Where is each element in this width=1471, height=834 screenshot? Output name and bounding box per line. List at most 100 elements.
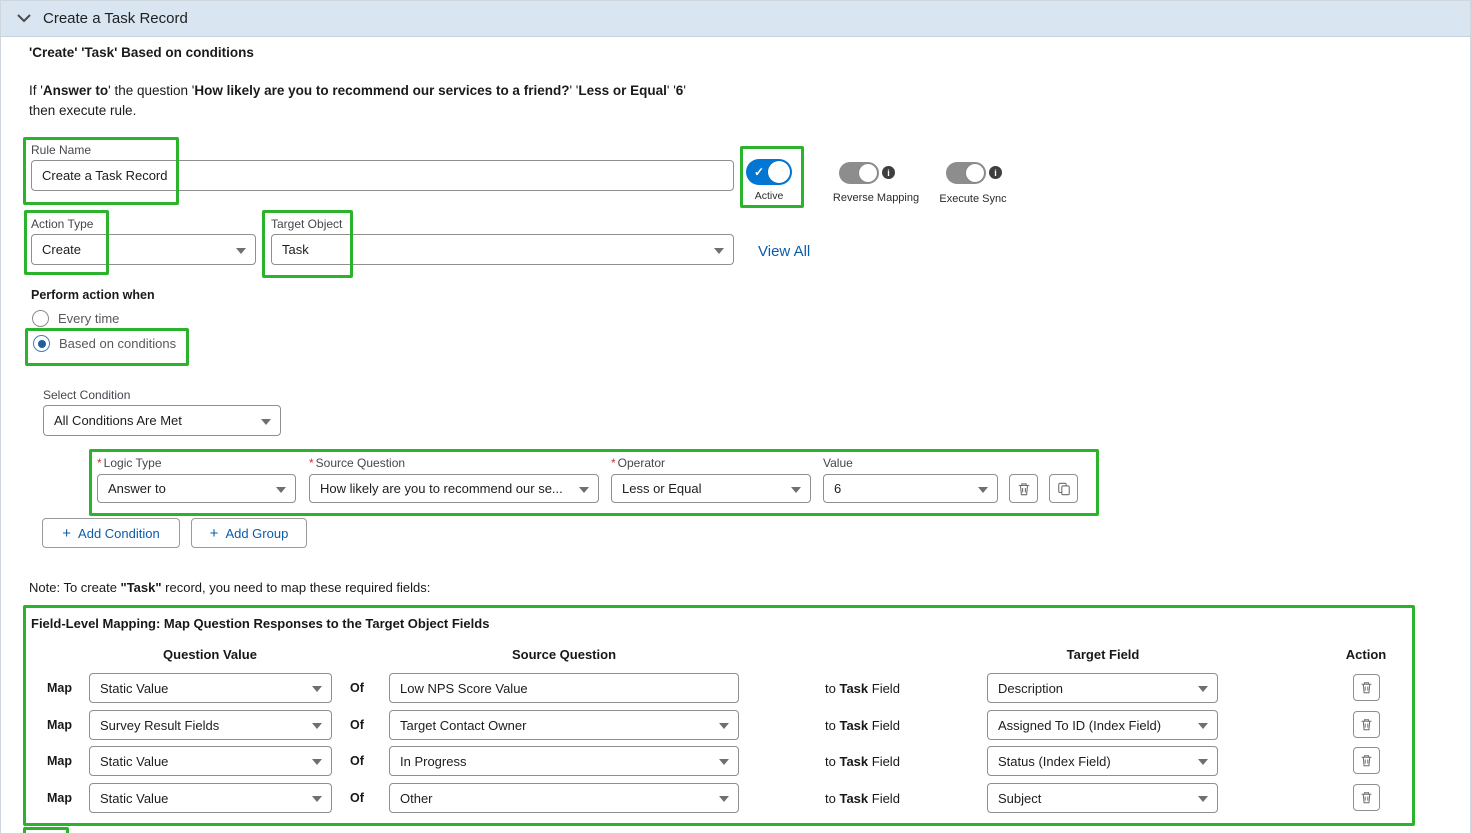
target-field-select[interactable]: Subject <box>987 783 1218 813</box>
select-condition-label: Select Condition <box>43 388 130 402</box>
chevron-down-icon <box>714 248 724 254</box>
annotation-bottom-partial <box>23 827 69 834</box>
mapping-note: Note: To create "Task" record, you need … <box>29 580 430 595</box>
rule-name-input[interactable] <box>31 160 734 191</box>
create-task-record-page: Create a Task Record 'Create' 'Task' Bas… <box>0 0 1471 834</box>
action-type-label: Action Type <box>31 217 93 231</box>
target-object-select[interactable]: Task <box>271 234 734 265</box>
delete-mapping-row-button[interactable] <box>1353 711 1380 738</box>
rule-heading: 'Create' 'Task' Based on conditions <box>29 45 254 60</box>
trash-icon <box>1017 482 1031 496</box>
check-icon: ✓ <box>754 165 764 179</box>
chevron-down-icon <box>719 759 729 765</box>
radio-circle[interactable] <box>32 310 49 327</box>
info-icon[interactable]: i <box>989 166 1002 179</box>
perform-when-label: Perform action when <box>31 288 155 302</box>
operator-value: Less or Equal <box>622 481 702 496</box>
chevron-down-icon <box>236 248 246 254</box>
rule-execute-summary: then execute rule. <box>29 103 136 118</box>
question-value-select[interactable]: Static Value <box>89 746 332 776</box>
target-field-value: Subject <box>998 791 1041 806</box>
delete-condition-button[interactable] <box>1009 474 1038 503</box>
column-header-action: Action <box>1321 647 1411 662</box>
chevron-down-icon <box>312 796 322 802</box>
source-question-label: *Source Question <box>309 456 405 470</box>
required-asterisk: * <box>97 456 102 470</box>
source-question-select[interactable]: How likely are you to recommend our se..… <box>309 474 599 503</box>
target-field-select[interactable]: Description <box>987 673 1218 703</box>
question-value-select[interactable]: Static Value <box>89 783 332 813</box>
required-asterisk: * <box>611 456 616 470</box>
to-task-field-label: to Task Field <box>825 681 900 696</box>
logic-type-select[interactable]: Answer to <box>97 474 296 503</box>
delete-mapping-row-button[interactable] <box>1353 674 1380 701</box>
clone-condition-button[interactable] <box>1049 474 1078 503</box>
rule-name-label: Rule Name <box>31 143 91 157</box>
chevron-down-icon <box>791 487 801 493</box>
reverse-mapping-toggle[interactable] <box>839 162 879 184</box>
chevron-down-icon <box>1198 723 1208 729</box>
target-field-select[interactable]: Assigned To ID (Index Field) <box>987 710 1218 740</box>
source-question-value: In Progress <box>400 754 466 769</box>
add-condition-label: Add Condition <box>78 526 160 541</box>
trash-icon <box>1360 754 1373 767</box>
delete-mapping-row-button[interactable] <box>1353 747 1380 774</box>
chevron-down-icon <box>1198 686 1208 692</box>
plus-icon: + <box>62 526 71 541</box>
value-value: 6 <box>834 481 841 496</box>
delete-mapping-row-button[interactable] <box>1353 784 1380 811</box>
select-condition-select[interactable]: All Conditions Are Met <box>43 405 281 436</box>
question-value-select[interactable]: Survey Result Fields <box>89 710 332 740</box>
chevron-down-icon <box>978 487 988 493</box>
mapping-row-1: Map Static Value Of to Task Field Descri… <box>1 673 1470 704</box>
source-question-value: How likely are you to recommend our se..… <box>320 481 563 496</box>
action-type-select[interactable]: Create <box>31 234 256 265</box>
toggle-knob <box>859 164 877 182</box>
execute-sync-toggle[interactable] <box>946 162 986 184</box>
reverse-mapping-label: Reverse Mapping <box>831 192 921 204</box>
add-condition-button[interactable]: + Add Condition <box>42 518 180 548</box>
source-question-input[interactable] <box>389 673 739 703</box>
target-field-select[interactable]: Status (Index Field) <box>987 746 1218 776</box>
source-question-select[interactable]: Target Contact Owner <box>389 710 739 740</box>
value-select[interactable]: 6 <box>823 474 998 503</box>
source-question-value: Target Contact Owner <box>400 718 526 733</box>
active-toggle[interactable]: ✓ <box>746 159 792 185</box>
of-label: Of <box>350 718 364 732</box>
operator-label: *Operator <box>611 456 665 470</box>
radio-label: Based on conditions <box>59 336 176 351</box>
logic-type-value: Answer to <box>108 481 166 496</box>
question-value: Static Value <box>100 791 168 806</box>
logic-type-label: *Logic Type <box>97 456 162 470</box>
radio-every-time[interactable]: Every time <box>32 310 119 327</box>
source-question-select[interactable]: In Progress <box>389 746 739 776</box>
question-value: Survey Result Fields <box>100 718 219 733</box>
chevron-down-icon <box>312 686 322 692</box>
radio-label: Every time <box>58 311 119 326</box>
action-type-value: Create <box>42 242 81 257</box>
question-value-select[interactable]: Static Value <box>89 673 332 703</box>
active-toggle-label: Active <box>739 190 799 202</box>
radio-based-on-conditions[interactable]: Based on conditions <box>33 335 176 352</box>
of-label: Of <box>350 754 364 768</box>
section-header[interactable]: Create a Task Record <box>1 1 1470 37</box>
rule-condition-summary: If 'Answer to' the question 'How likely … <box>29 83 686 98</box>
view-all-link[interactable]: View All <box>758 243 810 260</box>
source-question-select[interactable]: Other <box>389 783 739 813</box>
copy-icon <box>1057 482 1071 496</box>
add-group-button[interactable]: + Add Group <box>191 518 307 548</box>
chevron-down-icon[interactable] <box>17 14 31 23</box>
mapping-row-4: Map Static Value Of Other to Task Field … <box>1 783 1470 814</box>
chevron-down-icon <box>1198 759 1208 765</box>
operator-select[interactable]: Less or Equal <box>611 474 811 503</box>
toggle-knob <box>966 164 984 182</box>
target-field-value: Description <box>998 681 1063 696</box>
info-icon[interactable]: i <box>882 166 895 179</box>
chevron-down-icon <box>1198 796 1208 802</box>
chevron-down-icon <box>276 487 286 493</box>
target-object-value: Task <box>282 242 309 257</box>
radio-circle[interactable] <box>33 335 50 352</box>
chevron-down-icon <box>719 796 729 802</box>
target-object-label: Target Object <box>271 217 342 231</box>
column-header-question-value: Question Value <box>120 647 300 662</box>
